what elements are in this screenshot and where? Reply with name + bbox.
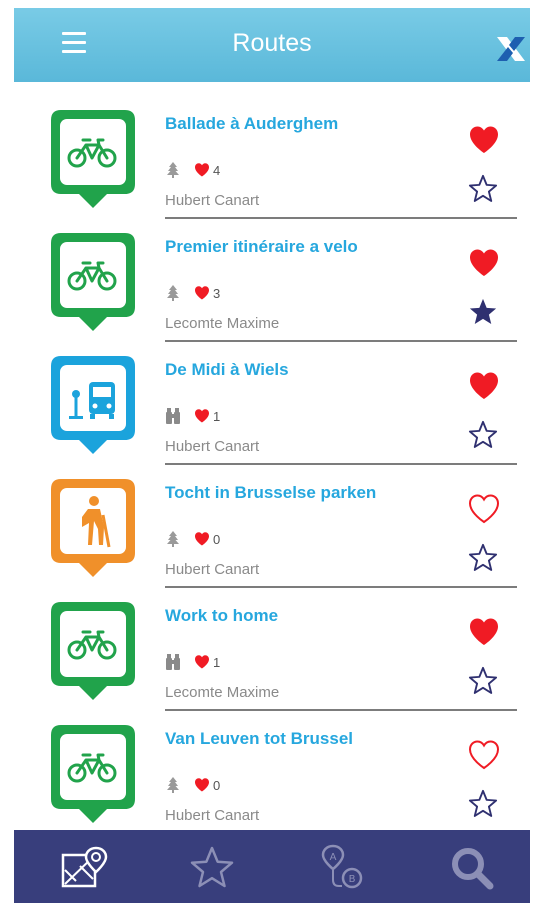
tab-bar: A B	[14, 830, 530, 903]
favorite-star-icon[interactable]	[467, 420, 499, 450]
map-icon[interactable]	[60, 844, 108, 892]
bicycle-icon	[51, 602, 135, 700]
route-author: Hubert Canart	[165, 192, 260, 209]
route-row[interactable]: Ballade à Auderghem 4 Hubert Canart	[0, 96, 544, 219]
like-heart-icon[interactable]	[467, 616, 501, 648]
route-row[interactable]: Work to home 1 Lecomte Maxime	[0, 588, 544, 711]
route-type-pin	[51, 479, 135, 581]
route-author: Hubert Canart	[165, 807, 260, 824]
like-count: 3	[213, 285, 221, 301]
like-heart-icon[interactable]	[467, 247, 501, 279]
close-x-icon[interactable]	[494, 34, 528, 64]
route-title[interactable]: Premier itinéraire a velo	[165, 237, 358, 257]
like-count-heart-icon	[195, 163, 209, 177]
route-list: Ballade à Auderghem 4 Hubert Canart Premier…	[0, 96, 544, 834]
route-type-pin	[51, 725, 135, 827]
svg-text:A: A	[330, 852, 337, 863]
tree-icon	[167, 531, 179, 547]
svg-text:B: B	[349, 874, 356, 885]
route-title[interactable]: Tocht in Brusselse parken	[165, 483, 376, 503]
tree-icon	[167, 777, 179, 793]
tree-icon	[167, 162, 179, 178]
like-count-heart-icon	[195, 532, 209, 546]
like-heart-icon[interactable]	[467, 124, 501, 156]
route-meta: 4	[165, 162, 220, 178]
route-row[interactable]: Premier itinéraire a velo 3 Lecomte Maxime	[0, 219, 544, 342]
like-count: 0	[213, 531, 221, 547]
like-heart-icon[interactable]	[467, 493, 501, 525]
like-count: 0	[213, 777, 221, 793]
like-count-heart-icon	[195, 778, 209, 792]
route-title[interactable]: Work to home	[165, 606, 278, 626]
route-author: Lecomte Maxime	[165, 684, 280, 701]
route-type-pin	[51, 110, 135, 212]
route-author: Lecomte Maxime	[165, 315, 280, 332]
route-type-pin	[51, 356, 135, 458]
route-a-b-icon[interactable]: A B	[318, 844, 366, 892]
route-meta: 3	[165, 285, 220, 301]
bicycle-icon	[51, 233, 135, 331]
bicycle-icon	[51, 110, 135, 208]
hiker-icon	[51, 479, 135, 577]
binoculars-icon	[166, 408, 180, 424]
favorite-star-icon[interactable]	[467, 666, 499, 696]
page-title: Routes	[232, 29, 312, 57]
like-count-heart-icon	[195, 286, 209, 300]
like-count-heart-icon	[195, 409, 209, 423]
route-meta: 0	[165, 777, 220, 793]
route-meta: 1	[165, 408, 220, 424]
like-count: 1	[213, 408, 221, 424]
favorite-star-icon[interactable]	[467, 174, 499, 204]
favorites-star-icon[interactable]	[188, 844, 236, 892]
route-row[interactable]: De Midi à Wiels 1 Hubert Canart	[0, 342, 544, 465]
favorite-star-icon[interactable]	[467, 297, 499, 327]
route-meta: 1	[165, 654, 220, 670]
route-title[interactable]: Van Leuven tot Brussel	[165, 729, 353, 749]
bus-icon	[51, 356, 135, 454]
like-heart-icon[interactable]	[467, 739, 501, 771]
like-count-heart-icon	[195, 655, 209, 669]
favorite-star-icon[interactable]	[467, 789, 499, 819]
like-heart-icon[interactable]	[467, 370, 501, 402]
bicycle-icon	[51, 725, 135, 823]
route-type-pin	[51, 233, 135, 335]
route-author: Hubert Canart	[165, 438, 260, 455]
route-row[interactable]: Van Leuven tot Brussel 0 Hubert Canart	[0, 711, 544, 834]
search-icon[interactable]	[448, 844, 496, 892]
route-meta: 0	[165, 531, 220, 547]
like-count: 1	[213, 654, 221, 670]
tree-icon	[167, 285, 179, 301]
header-bar: Routes	[14, 8, 530, 82]
route-row[interactable]: Tocht in Brusselse parken 0 Hubert Canart	[0, 465, 544, 588]
route-title[interactable]: Ballade à Auderghem	[165, 114, 338, 134]
route-type-pin	[51, 602, 135, 704]
favorite-star-icon[interactable]	[467, 543, 499, 573]
binoculars-icon	[166, 654, 180, 670]
route-author: Hubert Canart	[165, 561, 260, 578]
route-title[interactable]: De Midi à Wiels	[165, 360, 289, 380]
like-count: 4	[213, 162, 221, 178]
